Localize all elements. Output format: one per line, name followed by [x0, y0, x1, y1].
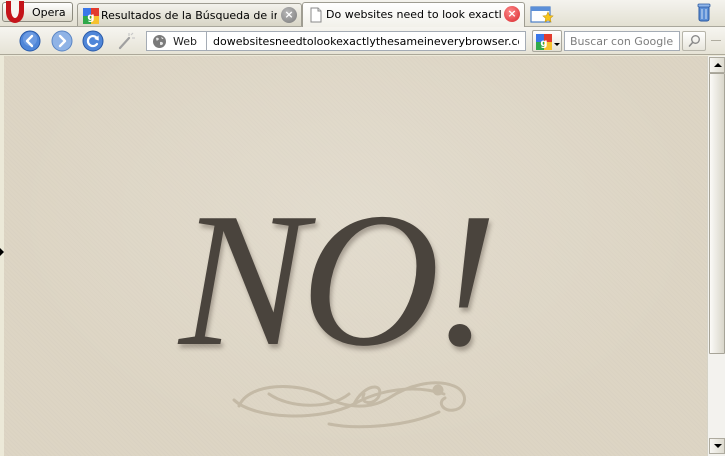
blank-page-icon: [310, 7, 322, 23]
tab-do-websites-active[interactable]: Do websites need to look exactly t… ×: [302, 2, 525, 27]
google-icon: g: [536, 34, 552, 50]
reload-icon[interactable]: [82, 30, 104, 52]
opera-menu-button[interactable]: Opera: [2, 1, 73, 23]
page-viewport: NO!: [4, 56, 707, 456]
google-images-icon: g: [83, 8, 99, 24]
magnifier-icon: [688, 35, 700, 47]
search-input[interactable]: [564, 31, 680, 51]
ornament-flourish: [232, 381, 466, 429]
scope-label: Web: [173, 35, 197, 48]
svg-text:g: g: [87, 12, 94, 23]
search-engine-selector[interactable]: g: [532, 30, 562, 52]
scroll-down-button[interactable]: [709, 438, 725, 454]
opera-menu-label: Opera: [32, 6, 66, 19]
scroll-up-icon: [714, 63, 722, 67]
forward-arrow-icon[interactable]: [51, 30, 73, 52]
search-go-button[interactable]: [682, 31, 706, 51]
new-tab-icon[interactable]: [530, 4, 554, 24]
trash-icon[interactable]: [697, 3, 711, 22]
chevron-down-icon: [554, 43, 560, 46]
page-heading: NO!: [179, 173, 498, 386]
magic-wand-icon[interactable]: [114, 30, 136, 52]
toolbar-divider: [711, 40, 721, 41]
tab-label: Do websites need to look exactly t…: [326, 8, 502, 21]
scroll-up-button[interactable]: [709, 57, 725, 73]
search-scope-selector[interactable]: Web: [146, 31, 206, 51]
address-toolbar: Web g: [0, 27, 725, 55]
tab-bar: Opera g Resultados de la Búsqueda de imá…: [0, 0, 725, 27]
vertical-scrollbar[interactable]: [707, 56, 725, 456]
tab-close-icon[interactable]: ×: [504, 6, 520, 22]
globe-icon: [153, 35, 166, 48]
tab-close-icon[interactable]: ×: [281, 7, 297, 23]
opera-logo-icon: [6, 1, 24, 23]
scroll-down-icon: [714, 444, 722, 448]
tab-google-images[interactable]: g Resultados de la Búsqueda de imá… ×: [77, 3, 302, 26]
scrollbar-thumb[interactable]: [709, 73, 725, 354]
tab-label: Resultados de la Búsqueda de imá…: [101, 9, 277, 22]
back-arrow-icon[interactable]: [19, 30, 41, 52]
svg-text:g: g: [540, 38, 547, 49]
url-field[interactable]: [206, 31, 526, 51]
